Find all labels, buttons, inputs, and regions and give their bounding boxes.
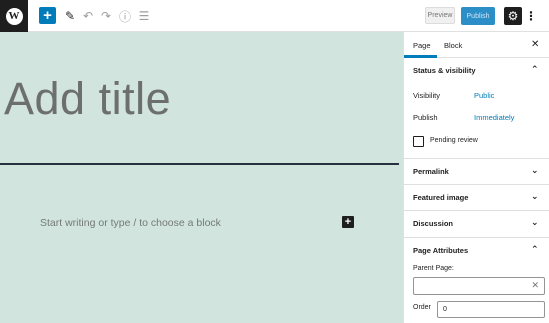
visibility-label: Visibility	[413, 91, 440, 100]
more-options-icon[interactable]: ⋮	[525, 7, 537, 25]
pencil-icon[interactable]: ✎	[63, 7, 77, 25]
sidebar-tabs: Page Block ✕	[404, 32, 549, 58]
title-divider	[0, 163, 399, 165]
visibility-link[interactable]: Public	[474, 91, 494, 100]
settings-sidebar: Page Block ✕ Status & visibility ⌃ Visib…	[403, 32, 549, 323]
publish-date-link[interactable]: Immediately	[474, 113, 514, 122]
panel-permalink[interactable]: Permalink ⌄	[404, 159, 549, 185]
post-title-input[interactable]: Add title	[4, 73, 171, 125]
list-view-icon[interactable]: ☰	[138, 7, 150, 25]
editor-canvas: Add title Start writing or type / to cho…	[0, 32, 403, 323]
chevron-up-icon: ⌃	[531, 64, 539, 74]
info-icon[interactable]: ⓘ	[119, 7, 131, 25]
clear-icon[interactable]: ✕	[531, 280, 539, 291]
parent-page-label: Parent Page:	[413, 265, 454, 272]
wordpress-logo-button[interactable]: W	[0, 0, 28, 32]
panel-discussion[interactable]: Discussion ⌄	[404, 211, 549, 237]
panel-title: Page Attributes	[413, 246, 469, 255]
close-sidebar-icon[interactable]: ✕	[531, 39, 539, 50]
parent-page-combobox[interactable]: ✕	[413, 277, 545, 295]
order-input[interactable]: 0	[437, 301, 545, 318]
order-label: Order	[413, 304, 431, 311]
chevron-up-icon: ⌃	[531, 244, 539, 254]
settings-gear-icon[interactable]: ⚙	[504, 7, 522, 25]
inline-add-block-button[interactable]: +	[342, 216, 354, 228]
editor-toolbar: W + ✎ ↶ ↷ ⓘ ☰ Preview Publish ⚙ ⋮	[0, 0, 549, 32]
pending-review-label: Pending review	[430, 137, 478, 144]
redo-icon[interactable]: ↷	[100, 7, 112, 25]
preview-button[interactable]: Preview	[425, 7, 455, 24]
chevron-down-icon: ⌄	[531, 217, 539, 227]
panel-title: Featured image	[413, 193, 469, 202]
chevron-down-icon: ⌄	[531, 165, 539, 175]
panel-featured-image[interactable]: Featured image ⌄	[404, 185, 549, 211]
wordpress-icon: W	[5, 7, 23, 25]
publish-button[interactable]: Publish	[461, 7, 495, 25]
panel-title: Permalink	[413, 167, 449, 176]
panel-status-visibility[interactable]: Status & visibility ⌃	[404, 58, 549, 84]
tab-block[interactable]: Block	[444, 32, 462, 58]
panel-page-attributes[interactable]: Page Attributes ⌃	[404, 238, 549, 264]
add-block-button[interactable]: +	[39, 7, 56, 24]
panel-title: Discussion	[413, 219, 454, 228]
publish-label: Publish	[413, 113, 438, 122]
panel-title: Status & visibility	[413, 66, 476, 75]
block-appender-placeholder[interactable]: Start writing or type / to choose a bloc…	[40, 217, 221, 229]
pending-review-checkbox[interactable]	[413, 136, 424, 147]
chevron-down-icon: ⌄	[531, 191, 539, 201]
undo-icon[interactable]: ↶	[82, 7, 94, 25]
